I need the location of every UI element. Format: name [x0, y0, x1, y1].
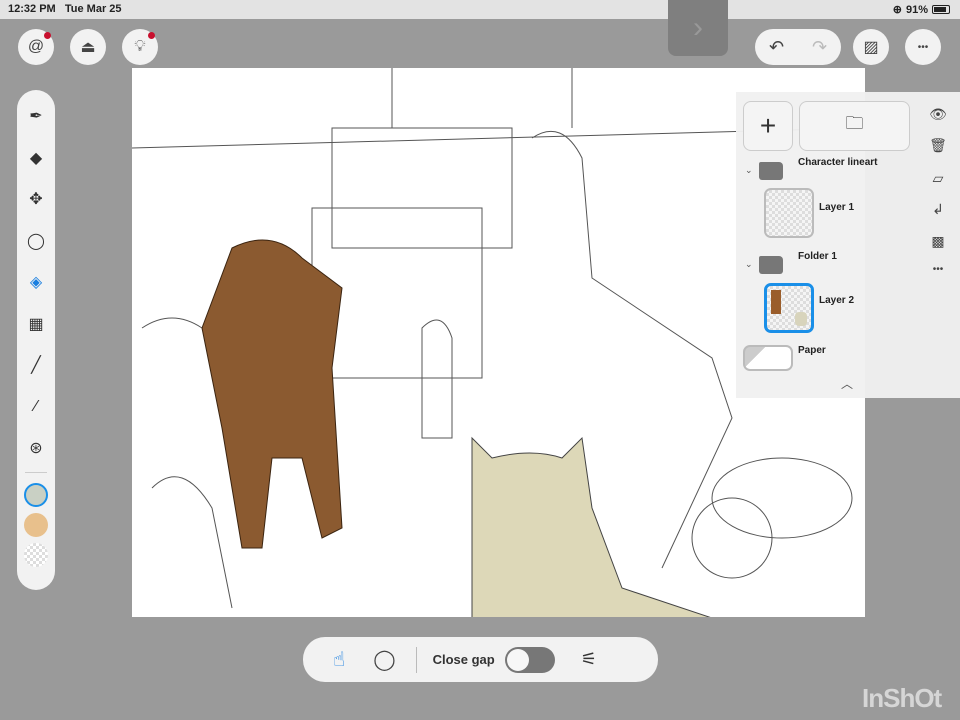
layer-thumbnail-selected[interactable] — [764, 283, 814, 333]
close-gap-toggle[interactable] — [504, 646, 555, 673]
secondary-color-swatch[interactable] — [24, 512, 48, 537]
clip-layer-icon[interactable]: ↲ — [926, 201, 950, 218]
close-gap-label: Close gap — [432, 652, 495, 667]
chevron-up-icon[interactable]: ︿ — [841, 375, 853, 392]
chevron-right-icon: › — [693, 11, 703, 44]
redo-button[interactable]: ↷ — [812, 37, 827, 58]
undo-redo-group: ↶ ↷ — [755, 29, 841, 65]
eyedropper-tool[interactable]: ⁄ — [22, 393, 50, 421]
divider — [25, 471, 47, 473]
notification-dot — [44, 32, 51, 39]
more-button[interactable]: ••• — [905, 29, 941, 65]
orientation-lock-icon: ⊕ — [892, 4, 902, 16]
merge-layers-icon[interactable]: ▱ — [926, 170, 950, 187]
folder-icon — [759, 162, 783, 180]
more-icon[interactable]: ••• — [926, 264, 950, 275]
layer-thumbnail[interactable] — [764, 188, 814, 238]
paper-thumbnail[interactable] — [743, 345, 793, 371]
lasso-tool[interactable]: ◯ — [22, 227, 50, 255]
dog — [201, 239, 343, 549]
fill-tool[interactable]: ◈ — [22, 268, 50, 296]
import-button[interactable]: ⏏ — [70, 29, 106, 65]
eye-icon[interactable]: 👁︎ — [926, 106, 950, 123]
plus-icon: + — [759, 110, 777, 141]
layer-name[interactable]: Layer 2 — [819, 295, 854, 306]
chevron-down-icon[interactable]: ⌄ — [745, 259, 753, 270]
add-layer-button[interactable]: + — [743, 101, 793, 151]
lightbulb-icon: 💡︎ — [134, 38, 146, 55]
layer-name[interactable]: Character lineart — [798, 157, 877, 168]
battery-percent: 91% — [905, 3, 928, 16]
folder-plus-icon: 🗀︎ — [845, 113, 864, 133]
image-icon: ▨ — [863, 39, 879, 56]
lock-alpha-icon[interactable]: ▩ — [926, 233, 950, 250]
layer-name[interactable]: Paper — [798, 345, 826, 356]
next-frame-button[interactable]: › — [668, 0, 728, 56]
tips-button[interactable]: 💡︎ — [122, 29, 158, 65]
tool-palette: ✒ ◆ ✥ ◯ ◈ ▦ ╱ ⁄ ⊛ — [17, 90, 55, 590]
chevron-down-icon[interactable]: ⌄ — [745, 165, 753, 176]
tap-fill-icon[interactable]: ☝︎ — [333, 647, 345, 672]
status-date: Tue Mar 25 — [64, 3, 122, 15]
add-folder-button[interactable]: 🗀︎ — [799, 101, 910, 151]
lasso-fill-icon[interactable]: ◯ — [373, 647, 395, 672]
divider — [415, 646, 417, 673]
folder-icon — [759, 256, 783, 274]
watermark: InShOt — [862, 683, 942, 713]
pen-tool[interactable]: ✒ — [22, 102, 50, 130]
layer-name[interactable]: Layer 1 — [819, 202, 854, 213]
battery-icon — [932, 5, 950, 14]
primary-color-swatch[interactable] — [24, 482, 48, 507]
gallery-button[interactable]: @ — [18, 29, 54, 65]
trash-icon[interactable]: 🗑︎ — [926, 137, 950, 154]
settings-sliders-icon[interactable]: ⚟ — [581, 649, 597, 670]
reference-image-button[interactable]: ▨ — [853, 29, 889, 65]
status-bar: 12:32 PM Tue Mar 25 ⊕ 91% — [0, 0, 960, 19]
status-time: 12:32 PM — [8, 3, 56, 15]
fill-options-bar: ☝︎ ◯ Close gap ⚟ — [303, 637, 658, 682]
transparent-color-swatch[interactable] — [24, 542, 48, 567]
layers-panel: + 🗀︎ ⌄ Character lineart Layer 1 ⌄ Folde… — [736, 92, 960, 398]
download-tray-icon: ⏏ — [80, 39, 96, 56]
notification-dot — [148, 32, 155, 39]
move-tool[interactable]: ✥ — [22, 185, 50, 213]
line-tool[interactable]: ╱ — [22, 351, 50, 379]
layer-name[interactable]: Folder 1 — [798, 251, 837, 262]
spiral-icon: @ — [27, 38, 45, 55]
undo-button[interactable]: ↶ — [769, 37, 784, 58]
transform-tool[interactable]: ▦ — [22, 310, 50, 338]
blend-tool[interactable]: ⊛ — [22, 434, 50, 462]
more-icon: ••• — [917, 41, 929, 53]
eraser-tool[interactable]: ◆ — [22, 144, 50, 172]
cat — [471, 436, 711, 617]
